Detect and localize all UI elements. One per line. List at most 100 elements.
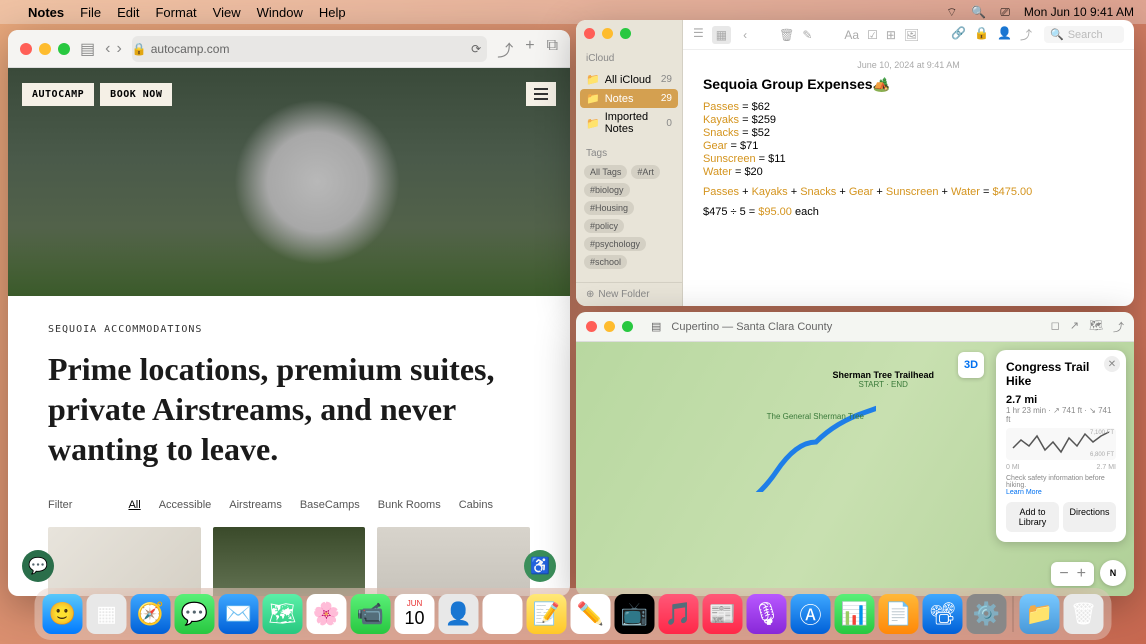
control-center-icon[interactable]: ⎚	[1000, 5, 1010, 20]
learn-more-link[interactable]: Learn More	[1006, 489, 1042, 496]
dock-numbers[interactable]: 📊	[835, 594, 875, 634]
chat-fab[interactable]: 💬	[22, 550, 54, 582]
zoom-in-button[interactable]: +	[1077, 565, 1086, 583]
new-tab-icon[interactable]: +	[525, 37, 534, 61]
dock-trash[interactable]: 🗑	[1064, 594, 1104, 634]
dock-launchpad[interactable]: ▦	[87, 594, 127, 634]
filter-bunkrooms[interactable]: Bunk Rooms	[378, 499, 441, 511]
close-panel-button[interactable]: ✕	[1104, 356, 1120, 372]
dock-tv[interactable]: 📺	[615, 594, 655, 634]
dock-finder[interactable]: 🙂	[43, 594, 83, 634]
collab-icon[interactable]: 👤	[997, 26, 1012, 43]
menu-view[interactable]: View	[213, 5, 241, 20]
zoom-button[interactable]	[622, 321, 633, 332]
map-mode-icon[interactable]: 🗺	[1089, 319, 1103, 335]
map-canvas[interactable]: Sherman Tree Trailhead START · END The G…	[576, 342, 1134, 596]
tag-item[interactable]: #Art	[631, 165, 660, 179]
filter-accessible[interactable]: Accessible	[159, 499, 212, 511]
share-icon[interactable]: ⤴	[1113, 319, 1124, 335]
clock[interactable]: Mon Jun 10 9:41 AM	[1024, 5, 1134, 19]
filter-all[interactable]: All	[128, 499, 140, 511]
link-icon[interactable]: 🔗	[951, 26, 966, 43]
list-view-icon[interactable]: ☰	[693, 26, 704, 44]
dock-facetime[interactable]: 📹	[351, 594, 391, 634]
minimize-button[interactable]	[602, 28, 613, 39]
close-button[interactable]	[586, 321, 597, 332]
address-bar[interactable]: 🔒 autocamp.com ⟳	[132, 36, 487, 62]
tag-item[interactable]: #school	[584, 255, 627, 269]
filter-airstreams[interactable]: Airstreams	[229, 499, 282, 511]
dock-freeform[interactable]: ✏️	[571, 594, 611, 634]
bookmark-icon[interactable]: ◻	[1051, 319, 1060, 335]
menu-format[interactable]: Format	[155, 5, 196, 20]
menu-window[interactable]: Window	[257, 5, 303, 20]
dock-downloads[interactable]: 📁	[1020, 594, 1060, 634]
dock-appstore[interactable]: Ⓐ	[791, 594, 831, 634]
hamburger-menu[interactable]	[526, 82, 556, 106]
wifi-icon[interactable]: ⌔	[946, 5, 957, 20]
filter-cabins[interactable]: Cabins	[459, 499, 493, 511]
directions-button[interactable]: Directions	[1063, 502, 1116, 532]
zoom-out-button[interactable]: −	[1059, 565, 1068, 583]
folder-imported[interactable]: 📁 Imported Notes 0	[576, 108, 682, 138]
app-menu[interactable]: Notes	[28, 5, 64, 20]
tag-item[interactable]: #Housing	[584, 201, 634, 215]
location-breadcrumb[interactable]: Cupertino — Santa Clara County	[671, 321, 1040, 333]
dock-messages[interactable]: 💬	[175, 594, 215, 634]
spotlight-icon[interactable]: 🔍	[971, 5, 986, 19]
share-icon[interactable]: ⤴	[1020, 26, 1032, 43]
new-folder-button[interactable]: ⊕ New Folder	[576, 282, 682, 306]
dock-contacts[interactable]: 👤	[439, 594, 479, 634]
reload-icon[interactable]: ⟳	[471, 42, 481, 56]
minimize-button[interactable]	[39, 43, 51, 55]
brand-logo[interactable]: AUTOCAMP	[22, 83, 94, 106]
poi-label[interactable]: The General Sherman Tree	[767, 412, 864, 421]
dock-podcasts[interactable]: 🎙	[747, 594, 787, 634]
table-icon[interactable]: ⊞	[886, 28, 896, 42]
back-button[interactable]: ‹	[105, 40, 110, 58]
folder-all-icloud[interactable]: 📁 All iCloud 29	[576, 70, 682, 89]
tag-item[interactable]: All Tags	[584, 165, 627, 179]
zoom-button[interactable]	[58, 43, 70, 55]
format-icon[interactable]: Aa	[844, 28, 859, 42]
dock-news[interactable]: 📰	[703, 594, 743, 634]
folder-notes[interactable]: 📁 Notes 29	[580, 89, 678, 108]
book-now-button[interactable]: BOOK NOW	[100, 83, 172, 106]
grid-view-icon[interactable]: ▦	[712, 26, 731, 44]
dock-calendar[interactable]: JUN10	[395, 594, 435, 634]
accommodation-card[interactable]	[48, 527, 201, 596]
forward-button[interactable]: ›	[116, 40, 121, 58]
delete-icon[interactable]: 🗑	[779, 28, 794, 42]
checklist-icon[interactable]: ☑	[867, 28, 878, 42]
sidebar-icon[interactable]: ▤	[651, 320, 661, 333]
menu-help[interactable]: Help	[319, 5, 346, 20]
tabs-icon[interactable]: ⧉	[547, 37, 558, 61]
tag-item[interactable]: #psychology	[584, 237, 646, 251]
dock-reminders[interactable]: ☑	[483, 594, 523, 634]
filter-basecamps[interactable]: BaseCamps	[300, 499, 360, 511]
menu-edit[interactable]: Edit	[117, 5, 139, 20]
dock-photos[interactable]: 🌸	[307, 594, 347, 634]
accessibility-fab[interactable]: ♿	[524, 550, 556, 582]
compass-button[interactable]: N	[1100, 560, 1126, 586]
sidebar-icon[interactable]: ▤	[80, 39, 95, 59]
dock-mail[interactable]: ✉️	[219, 594, 259, 634]
dock-settings[interactable]: ⚙️	[967, 594, 1007, 634]
close-button[interactable]	[20, 43, 32, 55]
search-input[interactable]: 🔍 Search	[1044, 26, 1124, 43]
tag-item[interactable]: #policy	[584, 219, 624, 233]
back-icon[interactable]: ‹	[743, 28, 747, 42]
map-3d-toggle[interactable]: 3D	[958, 352, 984, 378]
note-document[interactable]: June 10, 2024 at 9:41 AM Sequoia Group E…	[683, 50, 1134, 228]
dock-keynote[interactable]: 📽	[923, 594, 963, 634]
tag-item[interactable]: #biology	[584, 183, 630, 197]
dock-safari[interactable]: 🧭	[131, 594, 171, 634]
lock-icon[interactable]: 🔒	[974, 26, 989, 43]
trailhead-label[interactable]: Sherman Tree Trailhead START · END	[832, 370, 934, 389]
dock-music[interactable]: 🎵	[659, 594, 699, 634]
dock-notes[interactable]: 📝	[527, 594, 567, 634]
route-icon[interactable]: ↗	[1070, 319, 1079, 335]
zoom-button[interactable]	[620, 28, 631, 39]
media-icon[interactable]: 🖼	[904, 28, 919, 42]
accommodation-card[interactable]	[377, 527, 530, 596]
